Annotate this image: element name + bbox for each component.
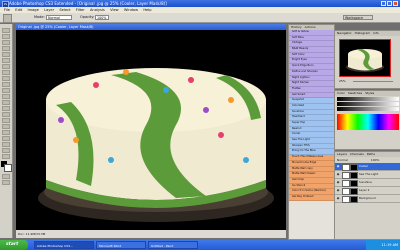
layer-row[interactable]: ◉ Cooler <box>335 163 400 171</box>
layers-panel: Layers Channels Paths Normal 100% ◉ Coole… <box>334 151 400 240</box>
cake-photo <box>38 68 274 222</box>
layer-name: Background <box>359 196 376 200</box>
layer-thumbnail <box>342 172 350 179</box>
layer-name: Layer 2 <box>359 188 370 192</box>
document-canvas[interactable] <box>16 30 286 230</box>
color-ramp[interactable] <box>337 114 399 130</box>
path-select-tool-icon[interactable] <box>2 124 10 129</box>
window-title: Adobe Photoshop CS3 Extended - [Original… <box>9 1 167 6</box>
workspace-button[interactable]: Workspace <box>343 15 373 20</box>
brush-tool-icon[interactable] <box>2 70 10 75</box>
maximize-button[interactable] <box>387 1 392 6</box>
layer-thumbnail <box>342 196 350 203</box>
visibility-eye-icon[interactable]: ◉ <box>336 180 340 184</box>
layer-mask-thumbnail[interactable] <box>350 164 358 171</box>
tab-color[interactable]: Color <box>337 91 345 95</box>
visibility-eye-icon[interactable]: ◉ <box>336 164 340 168</box>
layer-opacity[interactable]: 100% <box>371 158 380 162</box>
layers-list: ◉ Cooler ◉ See The Light ◉ Sunshine ◉ Layer 2 ◉ B… <box>335 163 400 203</box>
start-label: start <box>6 242 19 247</box>
visibility-eye-icon[interactable]: ◉ <box>336 196 340 200</box>
color-slider-r[interactable] <box>337 97 399 101</box>
tab-layers[interactable]: Layers <box>337 152 347 156</box>
layer-mask-thumbnail[interactable] <box>350 188 358 195</box>
shape-tool-icon[interactable] <box>2 130 10 135</box>
navigator-thumbnail[interactable] <box>339 39 391 77</box>
taskbar: start Adobe Photoshop CS3... Microsoft W… <box>0 240 400 250</box>
tab-swatches[interactable]: Swatches <box>348 91 362 95</box>
tab-history[interactable]: History <box>291 25 302 29</box>
crop-tool-icon[interactable] <box>2 52 10 57</box>
dodge-tool-icon[interactable] <box>2 106 10 111</box>
color-slider-b[interactable] <box>337 107 399 111</box>
action-item[interactable]: Gel Ray Ordered <box>289 194 334 201</box>
tab-histogram[interactable]: Histogram <box>355 31 371 35</box>
quick-mask-icon[interactable] <box>2 174 10 179</box>
taskbar-word[interactable]: Microsoft Word <box>96 241 146 249</box>
minimize-button[interactable] <box>381 1 386 6</box>
layer-row[interactable]: ◉ Layer 2 <box>335 187 400 195</box>
title-bar: Ps Adobe Photoshop CS3 Extended - [Origi… <box>0 0 400 8</box>
healing-tool-icon[interactable] <box>2 64 10 69</box>
layer-row[interactable]: ◉ Sunshine <box>335 179 400 187</box>
start-button[interactable]: start <box>0 240 28 250</box>
tab-actions[interactable]: Actions <box>305 25 316 29</box>
navigator-zoom-slider[interactable] <box>353 81 393 82</box>
actions-list: Soft & Yellow Soft Blue Vintage B&W Beauty S… <box>289 30 334 201</box>
toolbox <box>0 24 13 238</box>
layer-mask-thumbnail[interactable] <box>350 180 358 187</box>
visibility-eye-icon[interactable]: ◉ <box>336 188 340 192</box>
mode-label: Mode: <box>34 15 45 19</box>
eraser-tool-icon[interactable] <box>2 88 10 93</box>
layer-name: See The Light <box>359 172 379 176</box>
lasso-tool-icon[interactable] <box>2 40 10 45</box>
layer-name: Cooler <box>359 164 369 168</box>
taskbar-paint[interactable]: Untitled - Paint <box>148 241 198 249</box>
actions-panel: History Actions Soft & Yellow Soft Blue Vi… <box>288 24 335 240</box>
layer-thumbnail <box>342 188 350 195</box>
layer-row[interactable]: ◉ See The Light <box>335 171 400 179</box>
document-status: Doc: 11.9M/33.3M <box>16 230 286 238</box>
mode-select[interactable]: Normal <box>46 15 72 20</box>
system-tray-clock: 11:19 AM <box>366 240 400 250</box>
hand-tool-icon[interactable] <box>2 148 10 153</box>
color-slider-g[interactable] <box>337 102 399 106</box>
navigator-zoom[interactable]: 25% <box>339 79 346 83</box>
layer-mask-thumbnail[interactable] <box>350 196 358 203</box>
history-brush-tool-icon[interactable] <box>2 82 10 87</box>
move-tool-icon[interactable] <box>2 28 10 33</box>
tab-styles[interactable]: Styles <box>365 91 374 95</box>
quick-select-tool-icon[interactable] <box>2 46 10 51</box>
tab-info[interactable]: Info <box>373 31 379 35</box>
notes-tool-icon[interactable] <box>2 136 10 141</box>
layer-name: Sunshine <box>359 180 372 184</box>
blur-tool-icon[interactable] <box>2 100 10 105</box>
opacity-input[interactable]: 100% <box>95 15 109 20</box>
visibility-eye-icon[interactable]: ◉ <box>336 172 340 176</box>
stamp-tool-icon[interactable] <box>2 76 10 81</box>
eyedropper-tool-icon[interactable] <box>2 142 10 147</box>
brush-tool-icon[interactable] <box>3 14 12 23</box>
marquee-tool-icon[interactable] <box>2 34 10 39</box>
navigator-panel: Navigator Histogram Info 25% <box>334 30 400 89</box>
layer-row[interactable]: ◉ Background <box>335 195 400 203</box>
layer-thumbnail <box>342 180 350 187</box>
screen-mode-icon[interactable] <box>2 180 10 185</box>
tab-paths[interactable]: Paths <box>367 152 375 156</box>
background-color-swatch[interactable] <box>4 164 12 172</box>
pen-tool-icon[interactable] <box>2 112 10 117</box>
gradient-tool-icon[interactable] <box>2 94 10 99</box>
layer-blend-mode[interactable]: Normal <box>337 158 348 162</box>
tab-navigator[interactable]: Navigator <box>337 31 352 35</box>
close-button[interactable] <box>393 1 398 6</box>
opacity-label: Opacity: <box>80 15 95 19</box>
layer-thumbnail <box>342 164 350 171</box>
taskbar-photoshop[interactable]: Adobe Photoshop CS3... <box>34 241 94 249</box>
type-tool-icon[interactable] <box>2 118 10 123</box>
layer-mask-thumbnail[interactable] <box>350 172 358 179</box>
slice-tool-icon[interactable] <box>2 58 10 63</box>
tab-channels[interactable]: Channels <box>350 152 364 156</box>
color-panel: Color Swatches Styles <box>334 90 400 150</box>
